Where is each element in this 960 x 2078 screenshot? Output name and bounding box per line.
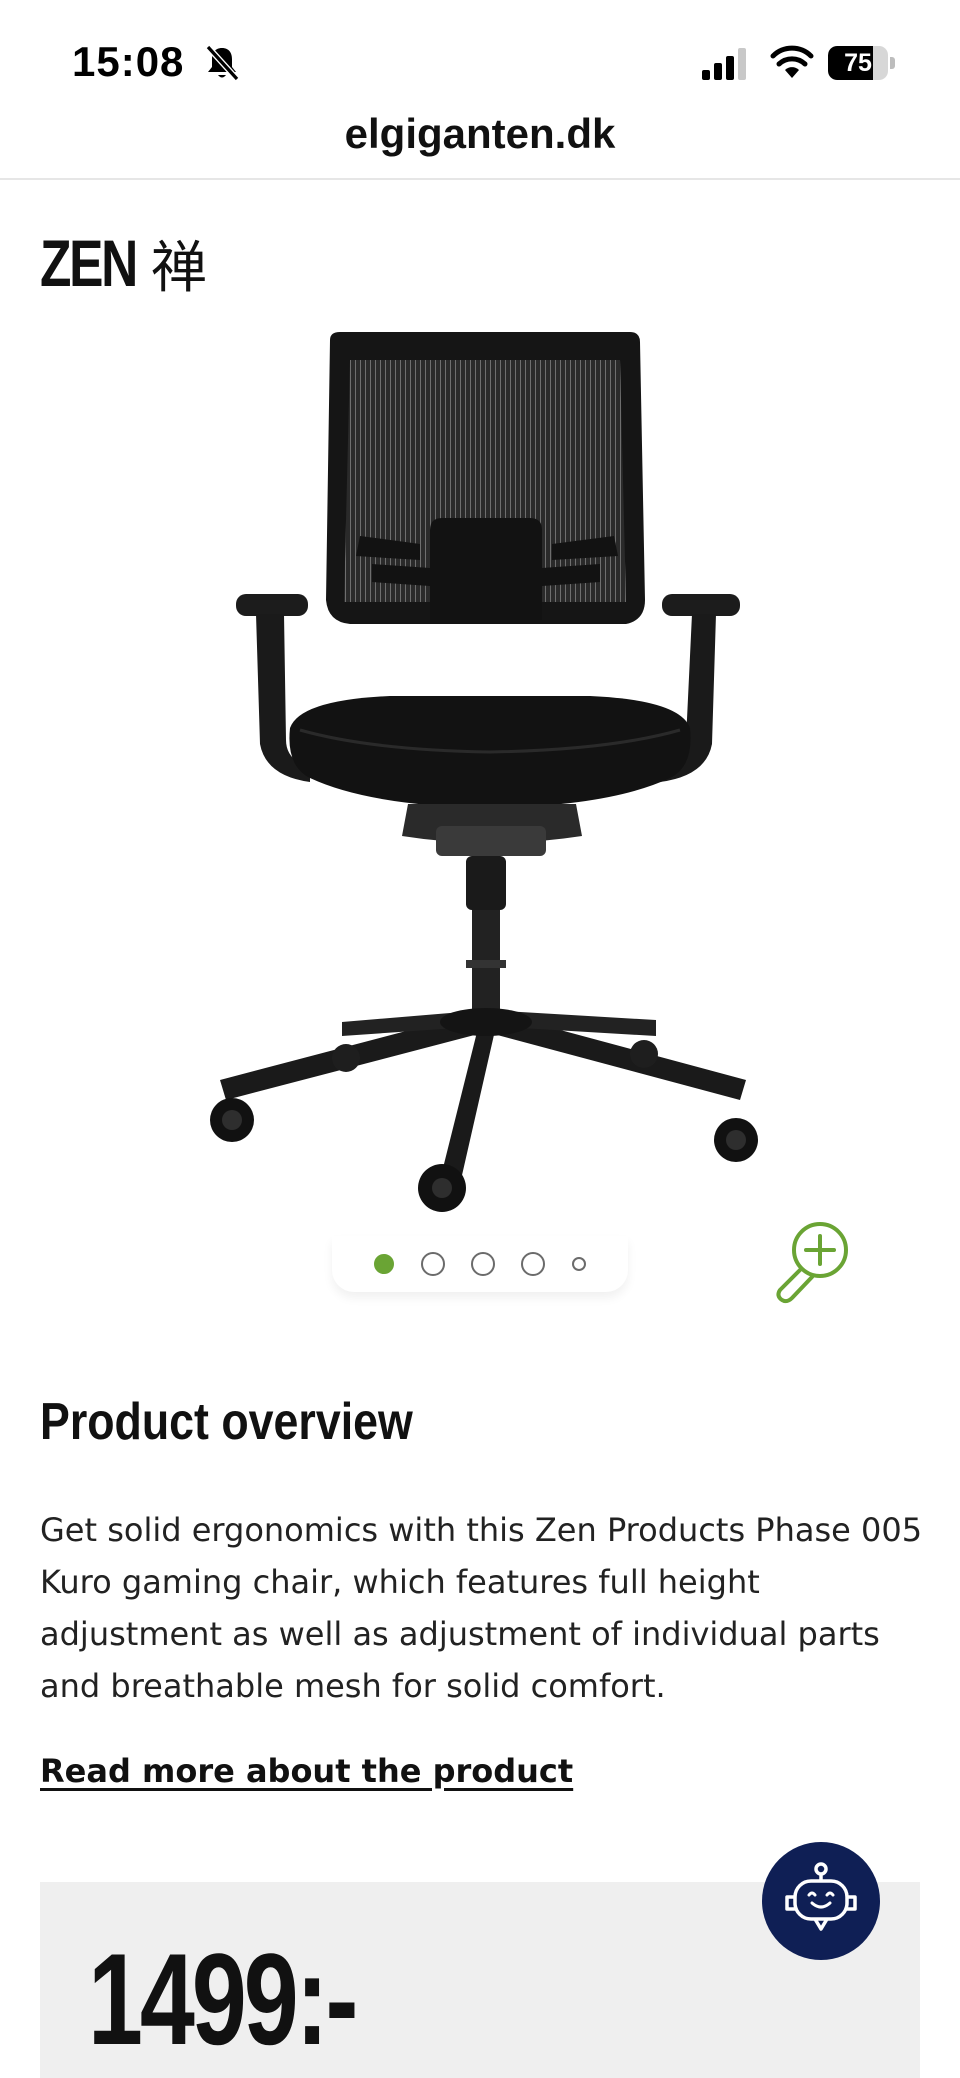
- status-bar: 15:08 75: [0, 0, 960, 120]
- product-overview-heading: Product overview: [40, 1393, 413, 1451]
- wifi-icon: [770, 45, 814, 78]
- carousel-dot-2[interactable]: [420, 1252, 445, 1276]
- brand-logo: ZEN 禅: [40, 226, 207, 301]
- carousel-dot-4[interactable]: [521, 1252, 546, 1276]
- zoom-in-icon[interactable]: [768, 1216, 858, 1306]
- url-text: elgiganten.dk: [344, 110, 616, 157]
- brand-kanji: 禅: [151, 235, 207, 301]
- signal-icon: [702, 48, 746, 80]
- carousel-dot-1[interactable]: [374, 1254, 395, 1274]
- brand-name: ZEN: [40, 226, 138, 300]
- carousel-dot-5[interactable]: [571, 1257, 586, 1271]
- price: 1499:-: [88, 1926, 358, 2072]
- chat-robot-icon: [785, 1862, 857, 1931]
- battery-icon: 75: [828, 46, 895, 80]
- chat-button[interactable]: [762, 1842, 880, 1960]
- product-description: Get solid ergonomics with this Zen Produ…: [40, 1511, 923, 1705]
- status-time: 15:08: [72, 38, 185, 85]
- read-more-link[interactable]: Read more about the product: [40, 1752, 573, 1790]
- battery-level: 75: [844, 49, 872, 77]
- bell-slash-icon: [205, 44, 240, 82]
- address-bar[interactable]: elgiganten.dk: [0, 104, 960, 180]
- image-carousel-dots: [332, 1236, 628, 1292]
- carousel-dot-3[interactable]: [470, 1252, 495, 1276]
- product-image[interactable]: [190, 320, 780, 1220]
